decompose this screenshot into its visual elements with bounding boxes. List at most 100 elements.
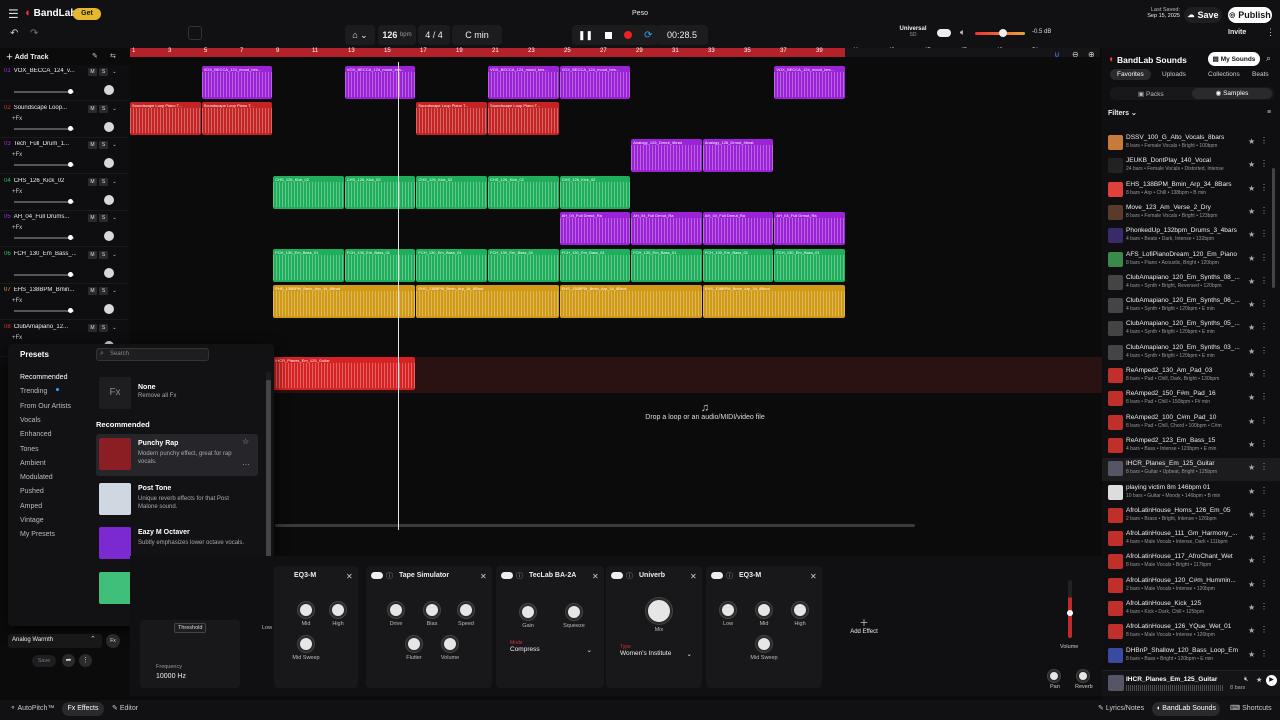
more-icon[interactable]: ⋮ bbox=[1260, 416, 1268, 425]
lyrics-tab[interactable]: ✎ Lyrics/Notes bbox=[1098, 704, 1144, 712]
clip[interactable]: IHCR_Planes_Em_125_Guitar bbox=[273, 357, 416, 390]
track-volume-handle[interactable] bbox=[68, 162, 73, 167]
clip[interactable]: VOX_BECCA_124_mood_bes... bbox=[774, 66, 845, 99]
more-icon[interactable]: ⋮ bbox=[1260, 439, 1268, 448]
more-icon[interactable]: ⋮ bbox=[1260, 346, 1268, 355]
sample-item[interactable]: IHCR_Planes_Em_125_Guitar 8 bars • Guitar… bbox=[1102, 458, 1280, 482]
track-volume-handle[interactable] bbox=[68, 271, 73, 277]
clip[interactable]: FCH_130_Em_Bass_01 bbox=[631, 249, 702, 282]
preset-category[interactable]: Trending bbox=[20, 388, 47, 395]
mute-button[interactable]: M bbox=[88, 287, 97, 295]
clip[interactable]: AH_04_Full Drmut_Ra bbox=[559, 212, 631, 245]
clip[interactable]: AH_04_Full Drmut_Ra bbox=[702, 212, 774, 245]
type-select[interactable]: Women's Institute ⌄ bbox=[620, 650, 692, 658]
star-icon[interactable]: ☆ bbox=[242, 437, 249, 446]
mute-button[interactable]: M bbox=[88, 323, 97, 332]
solo-button[interactable]: S bbox=[99, 68, 108, 76]
chevron-down-icon[interactable]: ⌄ bbox=[110, 324, 119, 332]
preset-category[interactable]: Amped bbox=[20, 503, 42, 510]
library-tab[interactable]: Uploads bbox=[1162, 71, 1186, 78]
chevron-down-icon[interactable]: ⌄ bbox=[110, 105, 119, 113]
library-tab[interactable]: Collections bbox=[1208, 71, 1240, 78]
preset-category[interactable]: From Our Artists bbox=[20, 403, 71, 410]
chevron-down-icon[interactable]: ⌄ bbox=[110, 251, 119, 259]
more-icon[interactable]: … bbox=[242, 458, 250, 467]
track-name[interactable]: 03 Tech_Full_Drum_1... bbox=[4, 141, 76, 147]
sample-item[interactable]: AfroLatinHouse_117_AfroChant_Wet 8 bars •… bbox=[1102, 551, 1280, 574]
preset-category[interactable]: Vintage bbox=[20, 517, 44, 524]
track-volume-slider[interactable] bbox=[14, 125, 74, 131]
subtab-packs[interactable]: ▣ Packs bbox=[1138, 90, 1164, 98]
track-header[interactable]: 03 Tech_Full_Drum_1... M S ⌄ +Fx bbox=[0, 138, 128, 174]
filters-button[interactable]: Filters ⌄ bbox=[1108, 109, 1137, 117]
sample-item[interactable]: AfroLatinHouse_Horns_126_Em_05 2 bars • B… bbox=[1102, 505, 1280, 528]
more-icon[interactable]: ⋮ bbox=[1260, 579, 1268, 588]
star-icon[interactable]: ★ bbox=[1248, 650, 1255, 659]
preset-none[interactable]: Fx None Remove all Fx bbox=[96, 374, 258, 412]
clip[interactable]: VOX_BECCA_124_mood_bes... bbox=[559, 66, 631, 99]
track-fx-button[interactable]: +Fx bbox=[12, 152, 22, 158]
fx-knob[interactable] bbox=[298, 602, 314, 618]
clip[interactable]: EHS_138BPM_Bmin_Arp_34_8Bnot bbox=[559, 285, 702, 318]
volume-fader-handle[interactable] bbox=[1067, 610, 1073, 616]
track-volume-slider[interactable] bbox=[14, 162, 74, 167]
sample-item[interactable]: AfroLatinHouse_120_C#m_Hummin... 2 bars •… bbox=[1102, 575, 1280, 598]
track-volume-slider[interactable] bbox=[14, 235, 74, 240]
info-icon[interactable]: ⓘ bbox=[726, 571, 733, 581]
more-icon[interactable]: ⋮ bbox=[1260, 649, 1268, 658]
solo-button[interactable]: S bbox=[99, 141, 108, 149]
invite-button[interactable]: Invite bbox=[1228, 29, 1246, 36]
more-icon[interactable]: ⋮ bbox=[1260, 229, 1268, 238]
more-icon[interactable]: ⋮ bbox=[1260, 555, 1268, 564]
horizontal-scrollbar[interactable] bbox=[275, 524, 915, 527]
clip[interactable]: EHS_138BPM_Bmin_Arp_34_8Bnot bbox=[416, 285, 559, 318]
more-icon[interactable]: ⋮ bbox=[1260, 532, 1268, 541]
star-icon[interactable]: ★ bbox=[1248, 323, 1255, 332]
star-icon[interactable]: ★ bbox=[1248, 533, 1255, 542]
pause-icon[interactable]: ❚❚ bbox=[578, 30, 593, 41]
clip[interactable]: Analogy_126_Drmut_4bnat bbox=[631, 139, 702, 172]
info-icon[interactable]: ⓘ bbox=[386, 571, 393, 581]
sample-item[interactable]: Move_123_Am_Verse_2_Dry 8 bars • Female V… bbox=[1102, 202, 1280, 225]
star-icon[interactable]: ★ bbox=[1248, 347, 1255, 356]
master-volume-slider[interactable] bbox=[975, 29, 1025, 37]
sample-item[interactable]: playing victim 8m 146bpm 01 10 bars • Gui… bbox=[1102, 482, 1280, 505]
clip[interactable]: CHS_126_Kick_02 bbox=[273, 176, 344, 209]
clip[interactable]: Soundscape Loop Piano T... bbox=[488, 102, 559, 135]
track-name[interactable]: 07 EHS_138BPM_Bmin... bbox=[4, 287, 76, 293]
track-header[interactable]: 07 EHS_138BPM_Bmin... M S ⌄ +Fx bbox=[0, 284, 128, 320]
player-star-icon[interactable]: ★ bbox=[1256, 676, 1262, 684]
record-icon[interactable] bbox=[624, 31, 633, 39]
clip[interactable]: FCH_130_Em_Bass_01 bbox=[344, 249, 416, 282]
get-button[interactable]: Get bbox=[73, 8, 101, 20]
sample-item[interactable]: AfroLatinHouse_126_YQue_Wet_01 8 bars • M… bbox=[1102, 621, 1280, 644]
reverb-knob[interactable] bbox=[1077, 670, 1089, 682]
more-icon[interactable]: ⋮ bbox=[1260, 509, 1268, 518]
fx-knob[interactable] bbox=[330, 602, 346, 618]
share-icon[interactable]: ➦ bbox=[62, 654, 75, 667]
chevron-down-icon[interactable]: ⌄ bbox=[110, 68, 119, 76]
fx-knob[interactable] bbox=[566, 604, 582, 620]
fx-toggle[interactable] bbox=[371, 572, 383, 579]
clip[interactable]: VOX_BECCA_124_mood_bes... bbox=[201, 66, 273, 99]
star-icon[interactable]: ★ bbox=[1248, 207, 1255, 216]
clip[interactable]: EHS_138BPM_Bmin_Arp_34_8Bnot bbox=[273, 285, 416, 318]
sample-item[interactable]: ReAmped2_123_Em_Bass_15 4 bars • Bass • I… bbox=[1102, 435, 1280, 458]
more-icon[interactable]: ⋮ bbox=[1260, 136, 1268, 145]
more-icon[interactable]: ⋮ bbox=[1260, 276, 1268, 285]
mute-button[interactable]: M bbox=[88, 250, 97, 259]
effects-tab[interactable]: Fx Effects bbox=[62, 702, 104, 716]
track-fx-button[interactable]: +Fx bbox=[12, 116, 22, 122]
fx-knob[interactable] bbox=[720, 602, 736, 618]
fx-knob[interactable] bbox=[792, 602, 808, 618]
preset-more-icon[interactable]: ⋮ bbox=[79, 654, 92, 667]
track-header[interactable]: 02 Soundscape Loop... M S ⌄ +Fx bbox=[0, 102, 128, 138]
preset-category[interactable]: Recommended bbox=[20, 374, 67, 381]
my-sounds-button[interactable]: ▤ My Sounds bbox=[1208, 52, 1260, 66]
sample-item[interactable]: ClubAmapiano_120_Em_Synths_06_... 4 bars … bbox=[1102, 295, 1280, 318]
star-icon[interactable]: ★ bbox=[1248, 556, 1255, 565]
solo-button[interactable]: S bbox=[99, 287, 108, 295]
clip[interactable]: FCH_130_Em_Bass_01 bbox=[416, 249, 487, 282]
more-icon[interactable]: ⋮ bbox=[1260, 486, 1268, 495]
fx-knob[interactable] bbox=[520, 604, 536, 620]
